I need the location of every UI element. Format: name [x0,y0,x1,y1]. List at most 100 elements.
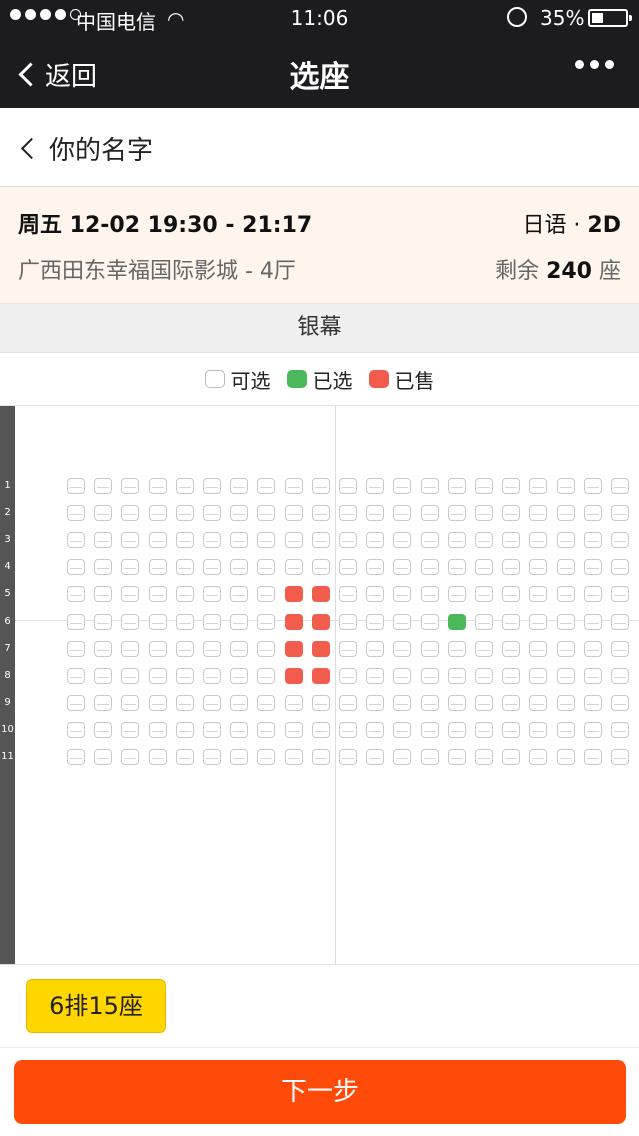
seat-available[interactable] [203,586,221,603]
seat-available[interactable] [393,613,412,630]
seat-available[interactable] [284,532,303,549]
seat-available[interactable] [311,559,330,576]
seat-available[interactable] [502,559,521,576]
seat-available[interactable] [393,478,412,494]
seat-available[interactable] [447,667,466,684]
seat-available[interactable] [339,721,357,738]
seat-available[interactable] [393,721,412,738]
seat-available[interactable] [502,749,521,765]
seat-available[interactable] [175,721,194,738]
seat-available[interactable] [611,613,629,630]
seat-available[interactable] [611,532,629,549]
seat-available[interactable] [121,667,140,684]
seat-available[interactable] [556,532,575,549]
seat-available[interactable] [502,532,521,549]
seat-available[interactable] [121,694,140,711]
seat-available[interactable] [366,694,385,711]
seat-available[interactable] [420,749,439,765]
seat-available[interactable] [311,532,330,549]
seat-available[interactable] [366,559,385,576]
seat-available[interactable] [502,640,521,657]
seat-available[interactable] [121,586,140,603]
seat-available[interactable] [447,532,466,549]
seat-available[interactable] [284,721,303,738]
seat-available[interactable] [94,478,113,494]
seat-available[interactable] [311,478,330,494]
seat-available[interactable] [230,532,249,549]
seat-available[interactable] [203,694,221,711]
seat-available[interactable] [121,559,140,576]
seat-available[interactable] [230,559,249,576]
seat-available[interactable] [583,640,602,657]
seat-available[interactable] [121,749,140,765]
seat-available[interactable] [366,505,385,522]
seat-available[interactable] [529,613,548,630]
seat-available[interactable] [529,721,548,738]
seat-available[interactable] [475,559,493,576]
seat-available[interactable] [175,640,194,657]
seat-available[interactable] [339,640,357,657]
seat-available[interactable] [475,749,493,765]
seat-available[interactable] [94,640,113,657]
seat-available[interactable] [339,559,357,576]
seat-available[interactable] [284,478,303,494]
seat-available[interactable] [339,478,357,494]
seat-selected[interactable] [447,613,466,630]
seat-available[interactable] [583,478,602,494]
seat-available[interactable] [203,478,221,494]
seat-available[interactable] [447,586,466,603]
seat-available[interactable] [203,721,221,738]
seat-available[interactable] [175,505,194,522]
seat-available[interactable] [67,667,85,684]
seat-available[interactable] [339,532,357,549]
seat-available[interactable] [284,559,303,576]
seat-available[interactable] [475,532,493,549]
seat-available[interactable] [94,559,113,576]
seat-available[interactable] [121,478,140,494]
seat-available[interactable] [175,613,194,630]
seat-available[interactable] [583,694,602,711]
seat-available[interactable] [257,586,276,603]
seat-available[interactable] [339,749,357,765]
seat-available[interactable] [611,640,629,657]
seat-available[interactable] [148,586,167,603]
seat-available[interactable] [393,586,412,603]
seat-available[interactable] [94,721,113,738]
seat-available[interactable] [420,667,439,684]
seat-available[interactable] [529,694,548,711]
seat-available[interactable] [447,505,466,522]
seat-available[interactable] [121,532,140,549]
seat-available[interactable] [556,505,575,522]
seat-available[interactable] [611,721,629,738]
seat-available[interactable] [393,694,412,711]
seat-available[interactable] [311,721,330,738]
seat-available[interactable] [556,559,575,576]
seat-available[interactable] [393,667,412,684]
seat-available[interactable] [175,667,194,684]
seat-available[interactable] [94,613,113,630]
seat-available[interactable] [529,749,548,765]
seat-available[interactable] [420,640,439,657]
seat-available[interactable] [148,559,167,576]
seat-available[interactable] [611,559,629,576]
seat-available[interactable] [583,505,602,522]
seat-available[interactable] [393,532,412,549]
seat-available[interactable] [475,721,493,738]
seat-available[interactable] [230,749,249,765]
seat-available[interactable] [94,532,113,549]
seat-available[interactable] [121,721,140,738]
seat-available[interactable] [420,694,439,711]
seat-available[interactable] [148,613,167,630]
seat-available[interactable] [583,721,602,738]
seat-available[interactable] [366,667,385,684]
seat-available[interactable] [121,505,140,522]
seat-available[interactable] [94,749,113,765]
seat-available[interactable] [611,478,629,494]
seat-available[interactable] [257,640,276,657]
seat-available[interactable] [175,694,194,711]
seat-available[interactable] [203,532,221,549]
seat-available[interactable] [175,559,194,576]
seat-available[interactable] [529,505,548,522]
seat-available[interactable] [94,694,113,711]
seat-available[interactable] [311,749,330,765]
